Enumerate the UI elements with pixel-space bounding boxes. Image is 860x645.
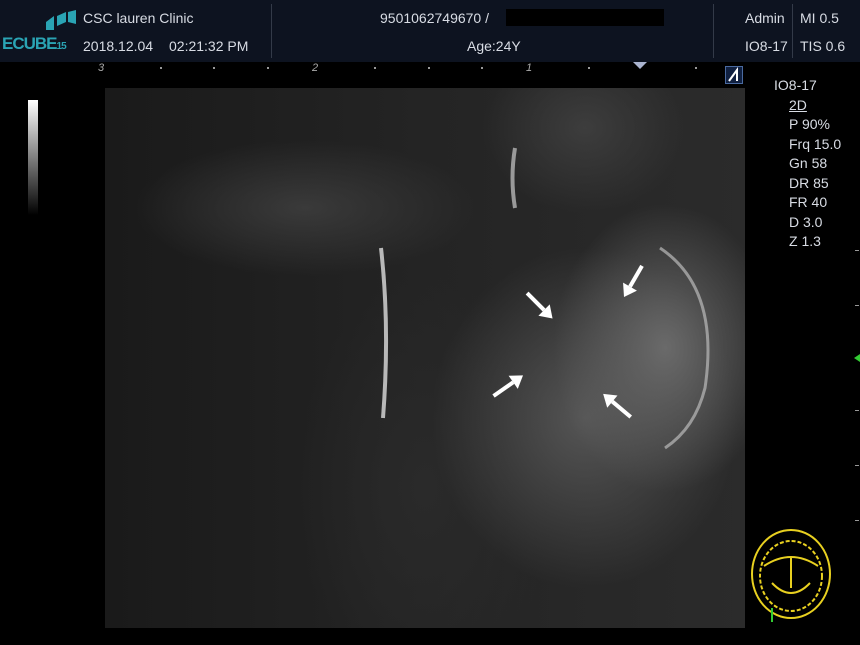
imaging-parameters: IO8-17 2D P 90% Frq 15.0 Gn 58 DR 85 FR …	[774, 76, 841, 252]
focus-marker-icon[interactable]	[633, 62, 647, 70]
ecube-logo: ECUBE15	[2, 8, 78, 54]
orientation-marker-icon	[725, 66, 743, 84]
tis-value: TIS 0.6	[800, 38, 846, 54]
patient-id: 9501062749670 /	[380, 10, 489, 26]
arrow-icon	[603, 393, 633, 419]
arrow-icon	[623, 264, 644, 298]
focus-pointer-icon	[854, 354, 860, 362]
param-gain: Gn 58	[789, 155, 828, 171]
header-bar: ECUBE15 CSC lauren Clinic 2018.12.04 02:…	[0, 0, 860, 62]
depth-mark-3: 3	[98, 62, 105, 74]
param-frame-rate: FR 40	[789, 194, 828, 210]
param-power: P 90%	[789, 116, 830, 132]
exam-date: 2018.12.04	[83, 38, 154, 54]
param-frequency: Frq 15.0	[789, 135, 842, 152]
mi-value: MI 0.5	[800, 10, 839, 26]
arrow-icon	[525, 291, 553, 319]
exam-time: 02:21:32 PM	[169, 38, 249, 54]
param-zoom: Z 1.3	[789, 233, 821, 249]
depth-mark-2: 2	[312, 62, 319, 74]
param-depth: D 3.0	[789, 213, 823, 230]
ultrasound-image[interactable]	[105, 88, 745, 628]
clinic-name: CSC lauren Clinic	[83, 10, 194, 26]
user-name: Admin	[745, 10, 785, 26]
redacted-name	[506, 9, 664, 26]
param-mode: 2D	[789, 96, 807, 113]
arrow-icon	[492, 375, 524, 398]
param-dynamic-range: DR 85	[789, 174, 829, 191]
param-probe: IO8-17	[774, 77, 817, 93]
grayscale-bar	[28, 100, 38, 215]
depth-mark-1: 1	[526, 62, 533, 74]
bodymark-teeth-icon[interactable]	[750, 528, 834, 624]
annotation-arrows	[492, 264, 644, 419]
probe-name: IO8-17	[745, 38, 788, 54]
patient-age: Age:24Y	[467, 38, 521, 54]
